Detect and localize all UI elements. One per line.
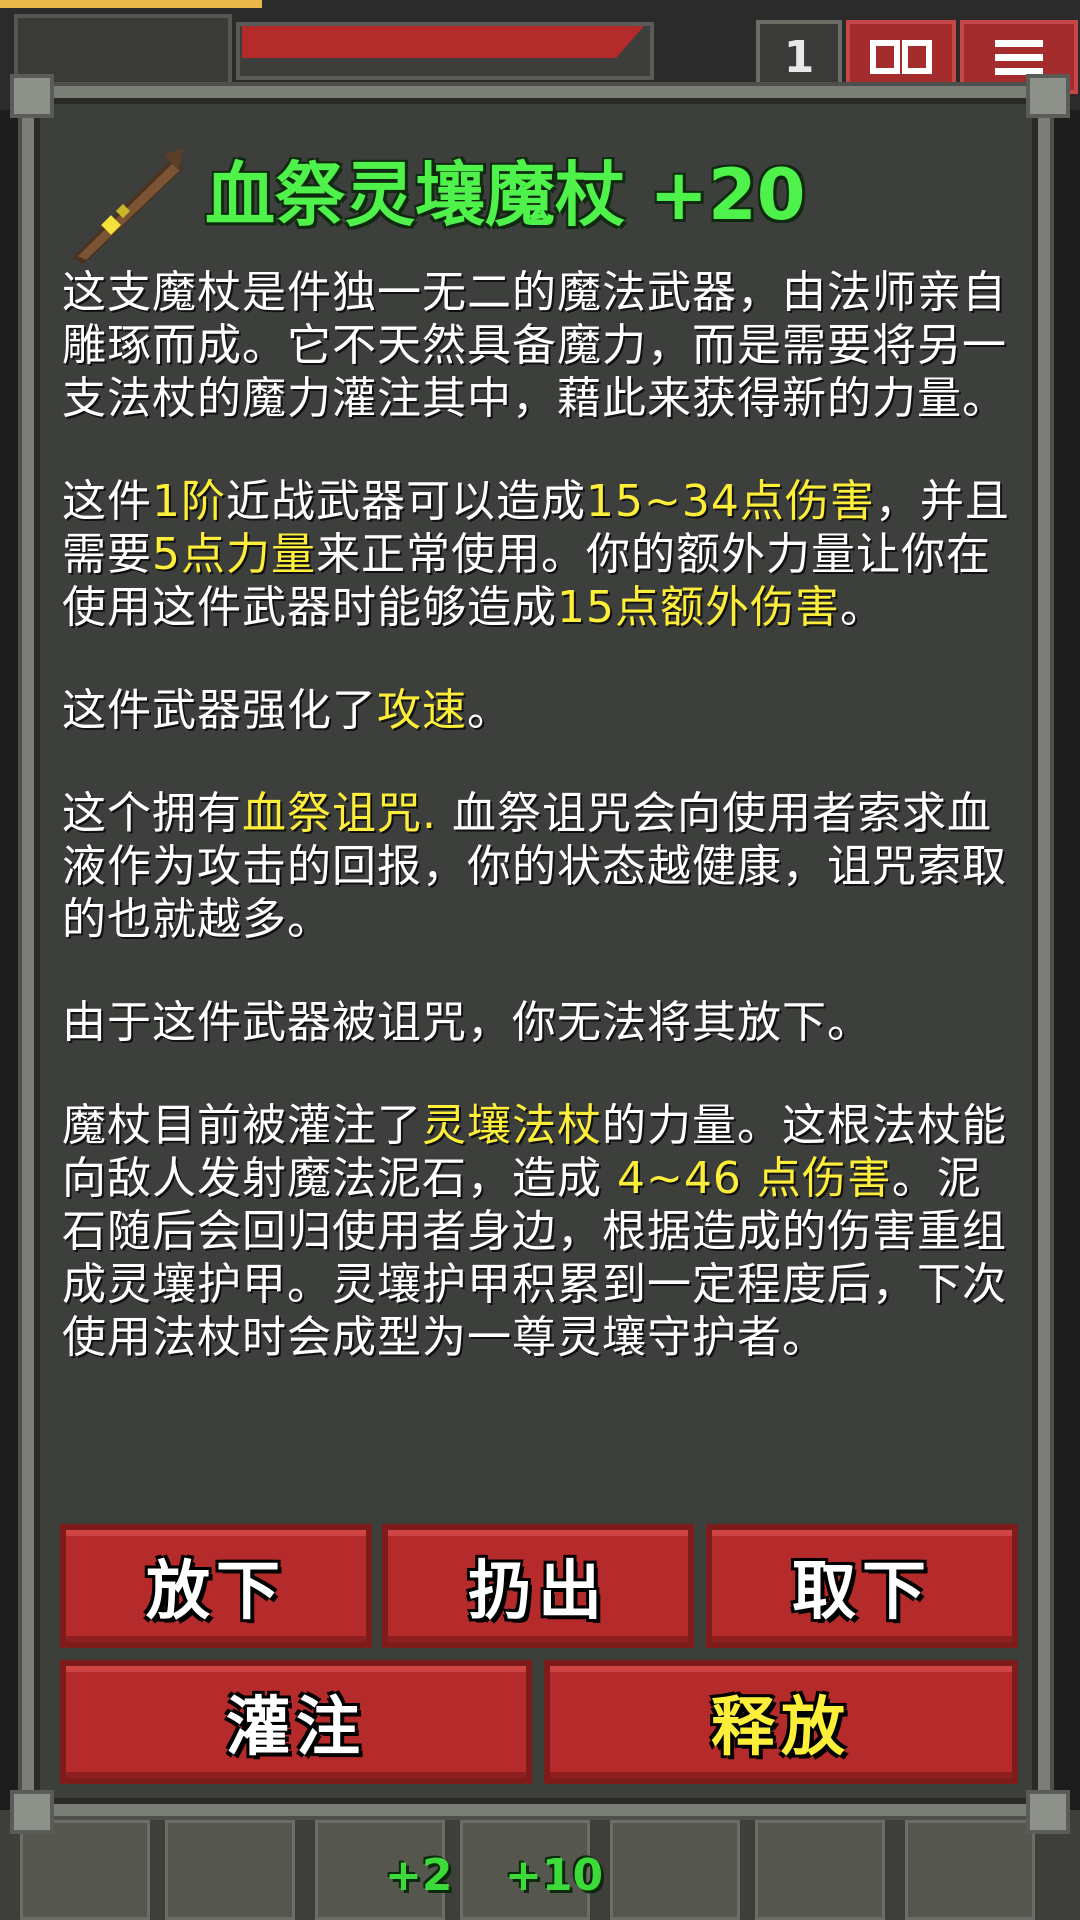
desc-text: 这个拥有 <box>62 788 242 839</box>
item-description: 这支魔杖是件独一无二的魔法武器，由法师亲自雕琢而成。它不天然具备魔力，而是需要将… <box>62 266 1022 1364</box>
desc-enchantment: 这件武器强化了攻速。 <box>62 684 1022 737</box>
desc-text: 这件 <box>62 476 152 527</box>
magic-staff-icon <box>72 148 184 264</box>
quickslot-7[interactable] <box>905 1820 1035 1920</box>
highlighted-term: 血祭诅咒. <box>242 788 437 839</box>
quickslot-5[interactable] <box>610 1820 740 1920</box>
highlighted-term: 15点额外伤害 <box>557 582 840 633</box>
desc-intro: 这支魔杖是件独一无二的魔法武器，由法师亲自雕琢而成。它不天然具备魔力，而是需要将… <box>62 267 1007 424</box>
quickslot-1[interactable] <box>20 1820 150 1920</box>
health-bar <box>242 26 644 58</box>
desc-imbued-wand: 魔杖目前被灌注了灵壤法杖的力量。这根法杖能向敌人发射魔法泥石，造成 4~46 点… <box>62 1099 1022 1364</box>
depth-indicator: 1 <box>756 20 842 94</box>
highlighted-term: 攻速 <box>377 685 467 736</box>
window-corner <box>1026 74 1070 118</box>
desc-text: 。 <box>467 685 512 736</box>
highlighted-term: 灵壤法杖 <box>422 1100 602 1151</box>
unequip-button[interactable]: 取下 <box>706 1524 1018 1648</box>
desc-curse: 这个拥有血祭诅咒. 血祭诅咒会向使用者索求血液作为攻击的回报，你的状态越健康，诅… <box>62 787 1022 946</box>
imbue-button[interactable]: 灌注 <box>60 1660 532 1784</box>
highlighted-term: 5点力量 <box>152 529 316 580</box>
journal-button[interactable] <box>846 20 956 94</box>
drop-button[interactable]: 放下 <box>60 1524 372 1648</box>
desc-text: 魔杖目前被灌注了 <box>62 1100 422 1151</box>
desc-text: 。 <box>840 582 885 633</box>
highlighted-term: 1阶 <box>152 476 226 527</box>
quickslot-4-level: +10 <box>505 1850 604 1901</box>
release-button[interactable]: 释放 <box>544 1660 1018 1784</box>
quickslot-2[interactable] <box>165 1820 295 1920</box>
desc-text: 近战武器可以造成 <box>226 476 586 527</box>
highlighted-term: 4~46 点伤害 <box>617 1153 892 1204</box>
quickslot-6[interactable] <box>755 1820 885 1920</box>
desc-text: 这件武器强化了 <box>62 685 377 736</box>
quickslot-3-level: +2 <box>385 1850 453 1901</box>
throw-button[interactable]: 扔出 <box>382 1524 694 1648</box>
desc-weapon-stats: 这件1阶近战武器可以造成15~34点伤害，并且需要5点力量来正常使用。你的额外力… <box>62 475 1022 634</box>
item-title: 血祭灵壤魔杖 +20 <box>205 154 806 236</box>
game-log-fragment <box>0 1490 20 1700</box>
window-corner <box>1026 1790 1070 1834</box>
highlighted-term: 15~34点伤害 <box>586 476 875 527</box>
window-corner <box>10 74 54 118</box>
desc-cursed-notice: 由于这件武器被诅咒，你无法将其放下。 <box>62 997 872 1048</box>
journal-icon <box>870 40 932 74</box>
experience-bar <box>0 0 262 8</box>
window-corner <box>10 1790 54 1834</box>
